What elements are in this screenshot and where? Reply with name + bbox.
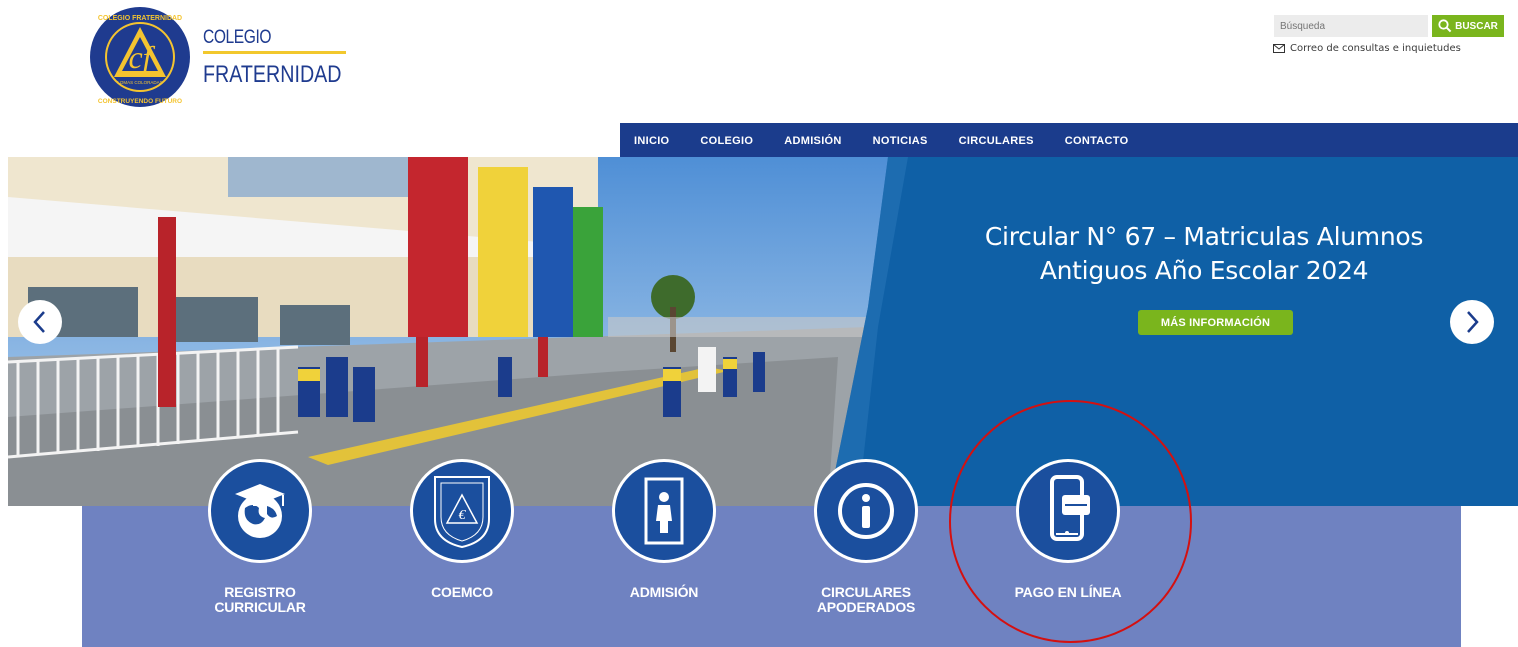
student-door-icon	[644, 477, 684, 545]
main-nav: INICIO COLEGIO ADMISIÓN NOTICIAS CIRCULA…	[620, 123, 1518, 158]
quick-link-circle	[612, 459, 716, 563]
hero-slider: Circular N° 67 – Matriculas Alumnos Anti…	[8, 157, 1518, 506]
hero-title-line-2: Antiguos Año Escolar 2024	[1039, 256, 1369, 285]
logo-ring-top: COLEGIO FRATERNIDAD	[98, 15, 182, 22]
more-info-button[interactable]: MÁS INFORMACIÓN	[1138, 310, 1293, 335]
quick-link-registro-curricular[interactable]: REGISTRO CURRICULAR	[205, 459, 315, 615]
quick-link-circulares-apoderados[interactable]: CIRCULARES APODERADOS	[811, 459, 921, 615]
slider-prev-button[interactable]	[18, 300, 62, 344]
nav-item-inicio[interactable]: INICIO	[634, 135, 669, 147]
logo-emblem-icon: cf COLEGIO FRATERNIDAD CONSTRUYENDO FUTU…	[90, 7, 190, 107]
brand-divider	[203, 51, 346, 54]
nav-item-contacto[interactable]: CONTACTO	[1065, 135, 1129, 147]
quick-link-label-line-1: CIRCULARES	[821, 584, 911, 600]
graduation-globe-icon	[235, 484, 285, 538]
info-icon	[838, 483, 894, 539]
quick-link-label: REGISTRO CURRICULAR	[205, 585, 315, 615]
slider-next-button[interactable]	[1450, 300, 1494, 344]
nav-item-colegio[interactable]: COLEGIO	[700, 135, 753, 147]
chevron-left-icon	[33, 311, 45, 333]
site-logo[interactable]: cf COLEGIO FRATERNIDAD CONSTRUYENDO FUTU…	[88, 5, 192, 109]
quick-link-circle	[208, 459, 312, 563]
logo-ring-bottom: CONSTRUYENDO FUTURO	[98, 98, 182, 105]
brand-line-1: COLEGIO	[203, 27, 272, 48]
quick-link-label-line-1: COEMCO	[431, 584, 493, 600]
quick-link-circle: €	[410, 459, 514, 563]
nav-item-noticias[interactable]: NOTICIAS	[873, 135, 928, 147]
search-button[interactable]: BUSCAR	[1432, 15, 1504, 37]
svg-text:€: €	[459, 508, 467, 523]
search-icon	[1438, 19, 1452, 33]
search-button-label: BUSCAR	[1455, 20, 1498, 32]
hero-title-line-1: Circular N° 67 – Matriculas Alumnos	[984, 222, 1424, 251]
search-input[interactable]	[1274, 15, 1428, 37]
hero-title: Circular N° 67 – Matriculas Alumnos Anti…	[964, 220, 1444, 288]
contact-email-link[interactable]: Correo de consultas e inquietudes	[1273, 43, 1461, 54]
nav-item-circulares[interactable]: CIRCULARES	[959, 135, 1034, 147]
quick-link-label-line-1: ADMISIÓN	[629, 584, 699, 600]
brand-wordmark[interactable]: COLEGIO FRATERNIDAD	[203, 27, 346, 88]
quick-link-label: COEMCO	[407, 585, 517, 600]
highlight-circle-annotation	[949, 400, 1192, 643]
quick-link-label-line-2: CURRICULAR	[214, 599, 306, 615]
nav-item-admision[interactable]: ADMISIÓN	[784, 135, 841, 147]
quick-link-label-line-2: APODERADOS	[816, 599, 916, 615]
chevron-right-icon	[1467, 311, 1479, 333]
brand-line-2: FRATERNIDAD	[203, 61, 342, 88]
logo-sub: LOMAS COLORADAS	[117, 80, 162, 85]
coemco-shield-icon: €	[434, 476, 490, 549]
quick-link-label-line-1: REGISTRO	[224, 584, 296, 600]
quick-link-label: CIRCULARES APODERADOS	[811, 585, 921, 615]
contact-link-label: Correo de consultas e inquietudes	[1290, 43, 1461, 54]
quick-link-coemco[interactable]: € COEMCO	[407, 459, 517, 600]
envelope-icon	[1273, 44, 1285, 53]
quick-link-circle	[814, 459, 918, 563]
quick-link-label: ADMISIÓN	[609, 585, 719, 600]
quick-link-admision[interactable]: ADMISIÓN	[609, 459, 719, 600]
